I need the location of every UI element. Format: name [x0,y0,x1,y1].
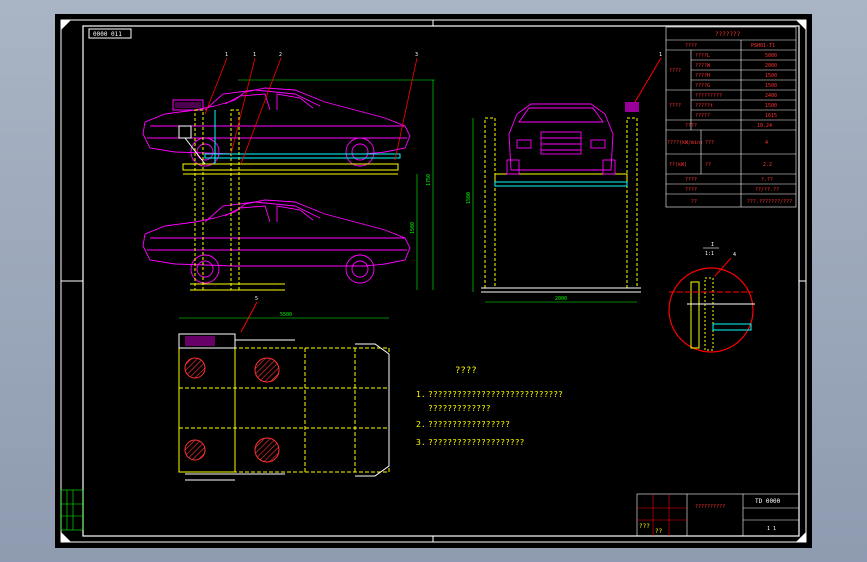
spec-misc-value-2: 2.2 [763,162,772,168]
spec-misc-label-1: ????(kW/min) [667,140,703,146]
spec-weight-value-1: 1500 [765,103,777,109]
spec-size-value-1: 2000 [765,63,777,69]
callout-2: 1 [253,52,256,58]
plan-view [178,301,390,481]
spec-weight-value-0: 2400 [765,93,777,99]
callout-6: 4 [733,252,736,258]
spec-size-label-3: ????G [695,83,710,89]
side-width-dim: 2000 [555,296,567,302]
spec-misc-value-3: ?.?? [761,177,773,183]
note-1-cont: ????????????? [428,404,491,413]
corner-mark-bl [61,532,71,542]
side-height-dim: 1500 [466,192,472,204]
detail-label: I [711,242,714,248]
corner-mark-tl [61,20,71,30]
spec-misc-label-3: ???? [685,177,697,183]
callout-7: 5 [255,296,258,302]
spec-weight-group: ???? [669,103,681,109]
spec-size-label-2: ????H [695,73,710,79]
plan-width-dim: 5500 [280,312,292,318]
drawing-number: TD 0000 [755,498,781,505]
spec-misc-value-0: 10.24 [757,123,772,129]
front-height-dim-2: 1500 [410,222,416,234]
spec-model-value: PSH01-T1 [751,43,775,49]
title-block-row-a: ??? [639,523,650,530]
corner-mark-tr [796,20,806,30]
title-tag: 0000 011 [93,31,122,38]
spec-misc-sub-2: ?? [705,162,711,168]
front-leaders [204,57,418,165]
detail-scale: 1:1 [705,251,714,257]
callout-1: 1 [225,52,228,58]
spec-misc-label-5: ?? [691,199,697,205]
note-2-num: 2. [416,420,426,429]
spec-weight-label-1: ?????t [695,103,713,109]
note-2-text: ????????????????? [428,420,510,429]
drawing-name: ?????????? [695,504,725,510]
spec-misc-sub-1: ??? [705,140,714,146]
spec-misc-label-2: ??(kW) [669,162,687,168]
spec-size-label-0: ????L [695,53,710,59]
callout-5: 1 [659,52,662,58]
spec-weight-label-2: ????? [695,113,710,119]
callout-3: 2 [279,52,282,58]
spec-weight-label-0: ????????? [695,93,722,99]
spec-weight-value-2: 1615 [765,113,777,119]
notes-heading: ???? [455,366,477,376]
drawing-canvas: 0000 011 1750 1500 1 1 2 3 1 1500 2000 I… [60,19,807,543]
spec-misc-label-4: ???? [685,187,697,193]
spec-misc-value-4: ??/??.?? [755,187,779,193]
note-1-num: 1. [416,390,426,399]
left-revision-strip [60,489,84,531]
spec-misc-value-5: ???.???????/??? [747,199,792,205]
spec-size-value-2: 1500 [765,73,777,79]
spec-model-header: ???? [685,43,697,49]
corner-mark-br [796,532,806,542]
spec-size-label-1: ????W [695,63,711,69]
sheet-number: 1 1 [767,526,776,532]
title-block-row-b: ?? [655,528,663,535]
spec-table-title: ??????? [715,31,741,38]
spec-size-group: ???? [669,68,681,74]
spec-size-value-0: 5000 [765,53,777,59]
spec-misc-value-1: 4 [765,140,768,146]
spec-size-value-3: 1500 [765,83,777,89]
lower-car [142,199,411,284]
spec-misc-label-0: ???? [685,123,697,129]
cad-viewport[interactable]: 0000 011 1750 1500 1 1 2 3 1 1500 2000 I… [55,14,812,548]
callout-4: 3 [415,52,418,58]
note-1-text: ???????????????????????????? [428,390,563,399]
note-3-text: ???????????????????? [428,438,525,447]
note-3-num: 3. [416,438,426,447]
side-view [481,57,662,293]
front-height-dim: 1750 [426,174,432,186]
detail-view [668,257,755,353]
